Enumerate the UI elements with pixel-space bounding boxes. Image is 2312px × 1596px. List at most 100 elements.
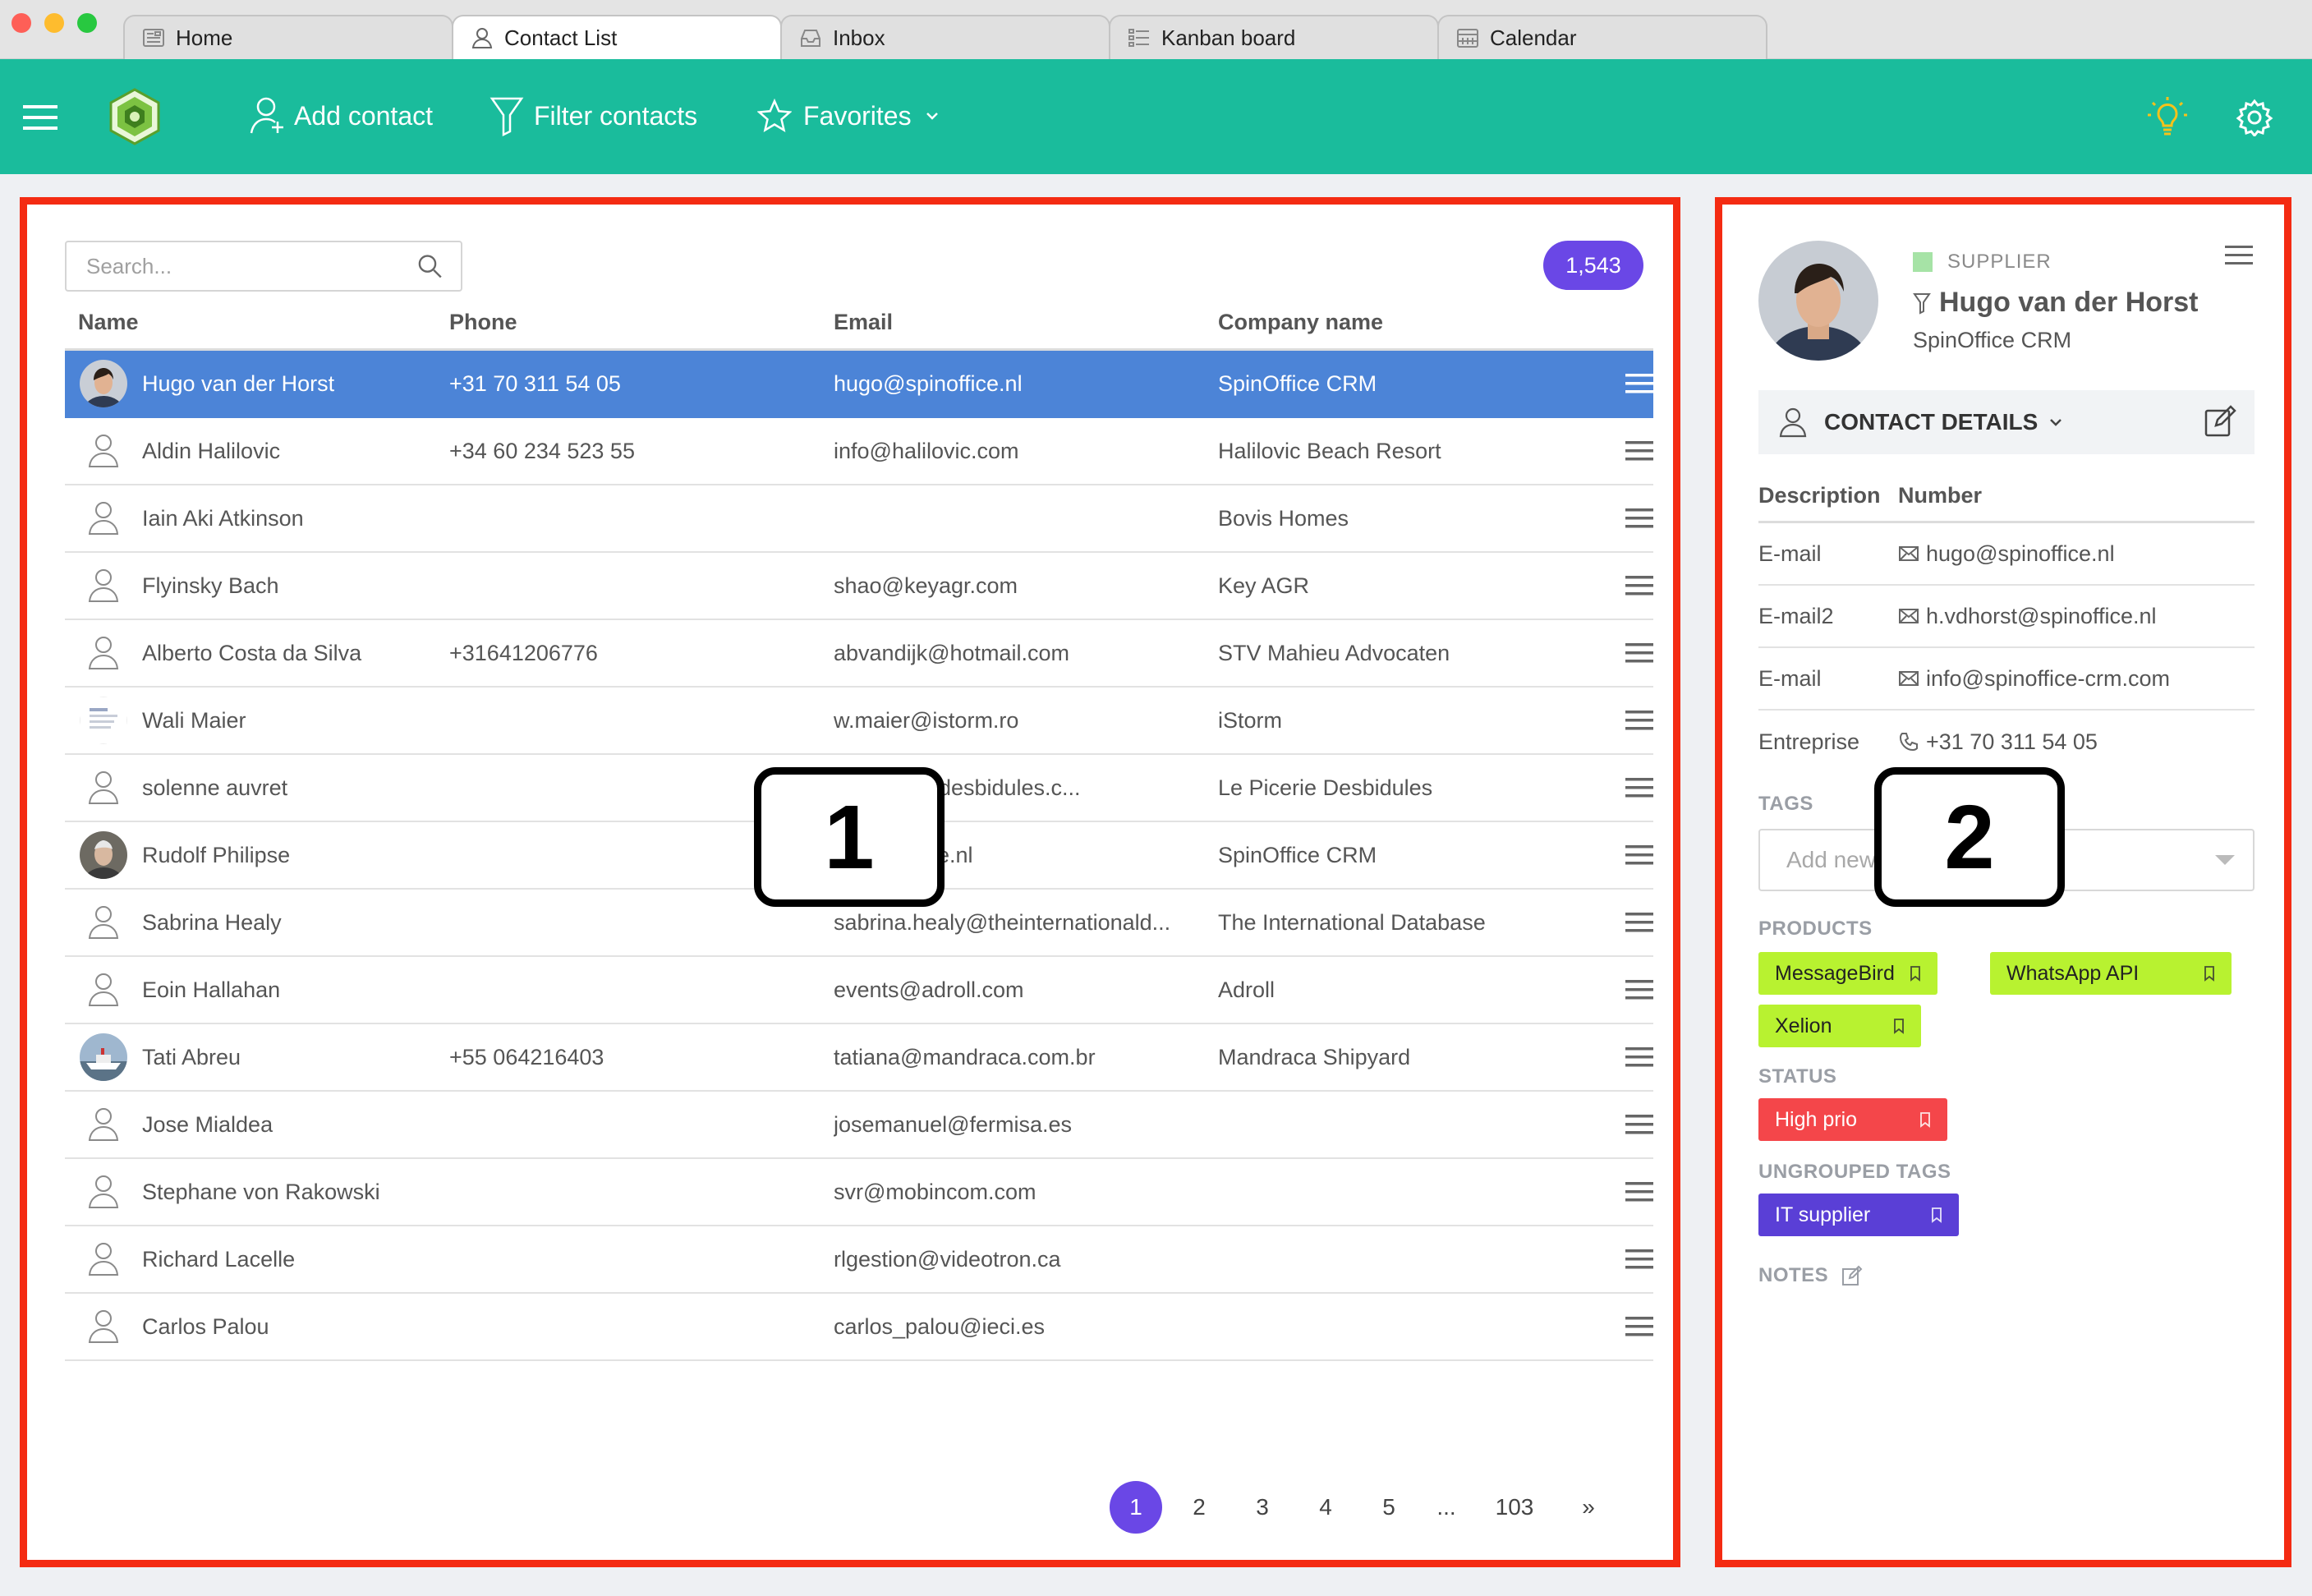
row-menu-button[interactable] <box>1604 777 1653 798</box>
column-header-phone[interactable]: Phone <box>449 310 834 335</box>
detail-value[interactable]: +31 70 311 54 05 <box>1898 729 2098 755</box>
window-maximize-button[interactable] <box>77 13 97 33</box>
row-menu-button[interactable] <box>1604 1181 1653 1203</box>
row-menu-button[interactable] <box>1604 1316 1653 1337</box>
pagination-page[interactable]: ... <box>1426 1481 1467 1534</box>
bookmark-icon[interactable] <box>1919 1111 1931 1128</box>
pagination-page[interactable]: 1 <box>1110 1481 1162 1534</box>
detail-value[interactable]: info@spinoffice-crm.com <box>1898 666 2170 692</box>
detail-menu-button[interactable] <box>2225 244 2253 267</box>
pagination-page[interactable]: 4 <box>1299 1481 1352 1534</box>
row-menu-icon[interactable] <box>1625 642 1653 664</box>
row-menu-button[interactable] <box>1604 979 1653 1000</box>
edit-icon[interactable] <box>2204 405 2236 438</box>
row-menu-button[interactable] <box>1604 575 1653 596</box>
pagination-page[interactable]: 2 <box>1173 1481 1225 1534</box>
row-menu-button[interactable] <box>1604 844 1653 866</box>
row-menu-button[interactable] <box>1604 1046 1653 1068</box>
row-menu-icon[interactable] <box>1625 844 1653 866</box>
table-row[interactable]: Stephane von Rakowski svr@mobincom.com <box>65 1159 1653 1226</box>
row-menu-icon[interactable] <box>1625 912 1653 933</box>
row-menu-button[interactable] <box>1604 508 1653 529</box>
app-logo[interactable] <box>105 87 164 146</box>
product-chip[interactable]: Xelion <box>1758 1005 1921 1047</box>
window-close-button[interactable] <box>11 13 31 33</box>
column-header-company[interactable]: Company name <box>1218 310 1604 335</box>
bookmark-icon[interactable] <box>2204 965 2215 982</box>
row-menu-icon[interactable] <box>1625 508 1653 529</box>
dropdown-caret-icon[interactable] <box>2215 855 2235 865</box>
table-row[interactable]: Wali Maier w.maier@istorm.ro iStorm <box>65 688 1653 755</box>
row-menu-icon[interactable] <box>1625 710 1653 731</box>
table-row[interactable]: Carlos Palou carlos_palou@ieci.es <box>65 1294 1653 1361</box>
hamburger-menu-button[interactable] <box>23 103 57 131</box>
row-menu-button[interactable] <box>1604 1249 1653 1270</box>
contact-email-cell[interactable]: rlgestion@videotron.ca <box>834 1247 1218 1272</box>
product-chip[interactable]: MessageBird <box>1758 952 1937 995</box>
table-row[interactable]: Aldin Halilovic +34 60 234 523 55 info@hal… <box>65 418 1653 485</box>
pagination-page[interactable]: 5 <box>1363 1481 1415 1534</box>
bookmark-icon[interactable] <box>1931 1207 1942 1223</box>
pagination-page[interactable]: 3 <box>1236 1481 1289 1534</box>
row-menu-icon[interactable] <box>1625 1249 1653 1270</box>
settings-button[interactable] <box>2236 99 2273 136</box>
favorites-dropdown[interactable]: Favorites <box>757 99 940 133</box>
tab-inbox[interactable]: Inbox <box>780 15 1110 59</box>
column-header-name[interactable]: Name <box>65 310 449 335</box>
table-row[interactable]: Eoin Hallahan events@adroll.com Adroll <box>65 957 1653 1024</box>
row-menu-button[interactable] <box>1604 912 1653 933</box>
row-menu-button[interactable] <box>1604 440 1653 462</box>
table-row[interactable]: Hugo van der Horst +31 70 311 54 05 hugo@s… <box>65 351 1653 418</box>
edit-icon[interactable] <box>1841 1265 1863 1286</box>
search-input[interactable] <box>86 253 418 279</box>
tips-button[interactable] <box>2145 95 2190 140</box>
row-menu-button[interactable] <box>1604 710 1653 731</box>
add-contact-button[interactable]: Add contact <box>250 95 433 136</box>
table-row[interactable]: Richard Lacelle rlgestion@videotron.ca <box>65 1226 1653 1294</box>
ungrouped-tag-chip[interactable]: IT supplier <box>1758 1194 1959 1236</box>
tab-home[interactable]: Home <box>123 15 453 59</box>
contact-email-cell[interactable]: shao@keyagr.com <box>834 573 1218 599</box>
tab-contact-list[interactable]: Contact List <box>452 15 782 59</box>
filter-contacts-button[interactable]: Filter contacts <box>490 95 697 136</box>
pagination-page[interactable]: 103 <box>1478 1481 1551 1534</box>
row-menu-button[interactable] <box>1604 373 1653 394</box>
contact-email-cell[interactable]: tatiana@mandraca.com.br <box>834 1045 1218 1070</box>
table-row[interactable]: Iain Aki Atkinson Bovis Homes <box>65 485 1653 553</box>
contact-email-cell[interactable]: info@halilovic.com <box>834 439 1218 464</box>
product-chip[interactable]: WhatsApp API <box>1990 952 2232 995</box>
row-menu-icon[interactable] <box>1625 373 1653 394</box>
search-icon[interactable] <box>417 253 443 279</box>
row-menu-button[interactable] <box>1604 1114 1653 1135</box>
contact-email-cell[interactable]: sabrina.healy@theinternationald... <box>834 910 1218 936</box>
row-menu-icon[interactable] <box>1625 1114 1653 1135</box>
tab-kanban-board[interactable]: Kanban board <box>1109 15 1439 59</box>
tab-calendar[interactable]: Calendar <box>1437 15 1767 59</box>
window-minimize-button[interactable] <box>44 13 64 33</box>
bookmark-icon[interactable] <box>1893 1018 1905 1034</box>
pagination-next[interactable]: » <box>1562 1481 1615 1534</box>
row-menu-icon[interactable] <box>1625 1181 1653 1203</box>
contact-email-cell[interactable]: events@adroll.com <box>834 977 1218 1003</box>
table-row[interactable]: Alberto Costa da Silva +31641206776 abvand… <box>65 620 1653 688</box>
row-menu-icon[interactable] <box>1625 1316 1653 1337</box>
contact-email-cell[interactable]: w.maier@istorm.ro <box>834 708 1218 734</box>
detail-value[interactable]: h.vdhorst@spinoffice.nl <box>1898 604 2157 629</box>
table-row[interactable]: Jose Mialdea josemanuel@fermisa.es <box>65 1092 1653 1159</box>
contact-email-cell[interactable]: hugo@spinoffice.nl <box>834 371 1218 397</box>
bookmark-icon[interactable] <box>1910 965 1921 982</box>
row-menu-icon[interactable] <box>1625 979 1653 1000</box>
row-menu-button[interactable] <box>1604 642 1653 664</box>
contact-details-section-header[interactable]: CONTACT DETAILS <box>1758 390 2255 454</box>
table-row[interactable]: Flyinsky Bach shao@keyagr.com Key AGR <box>65 553 1653 620</box>
search-box[interactable] <box>65 241 462 292</box>
status-chip[interactable]: High prio <box>1758 1098 1947 1141</box>
row-menu-icon[interactable] <box>1625 777 1653 798</box>
contact-email-cell[interactable]: carlos_palou@ieci.es <box>834 1314 1218 1340</box>
detail-value[interactable]: hugo@spinoffice.nl <box>1898 541 2115 567</box>
row-menu-icon[interactable] <box>1625 1046 1653 1068</box>
contact-email-cell[interactable]: abvandijk@hotmail.com <box>834 641 1218 666</box>
table-row[interactable]: Tati Abreu +55 064216403 tatiana@mandraca.… <box>65 1024 1653 1092</box>
row-menu-icon[interactable] <box>1625 440 1653 462</box>
contact-email-cell[interactable]: josemanuel@fermisa.es <box>834 1112 1218 1138</box>
